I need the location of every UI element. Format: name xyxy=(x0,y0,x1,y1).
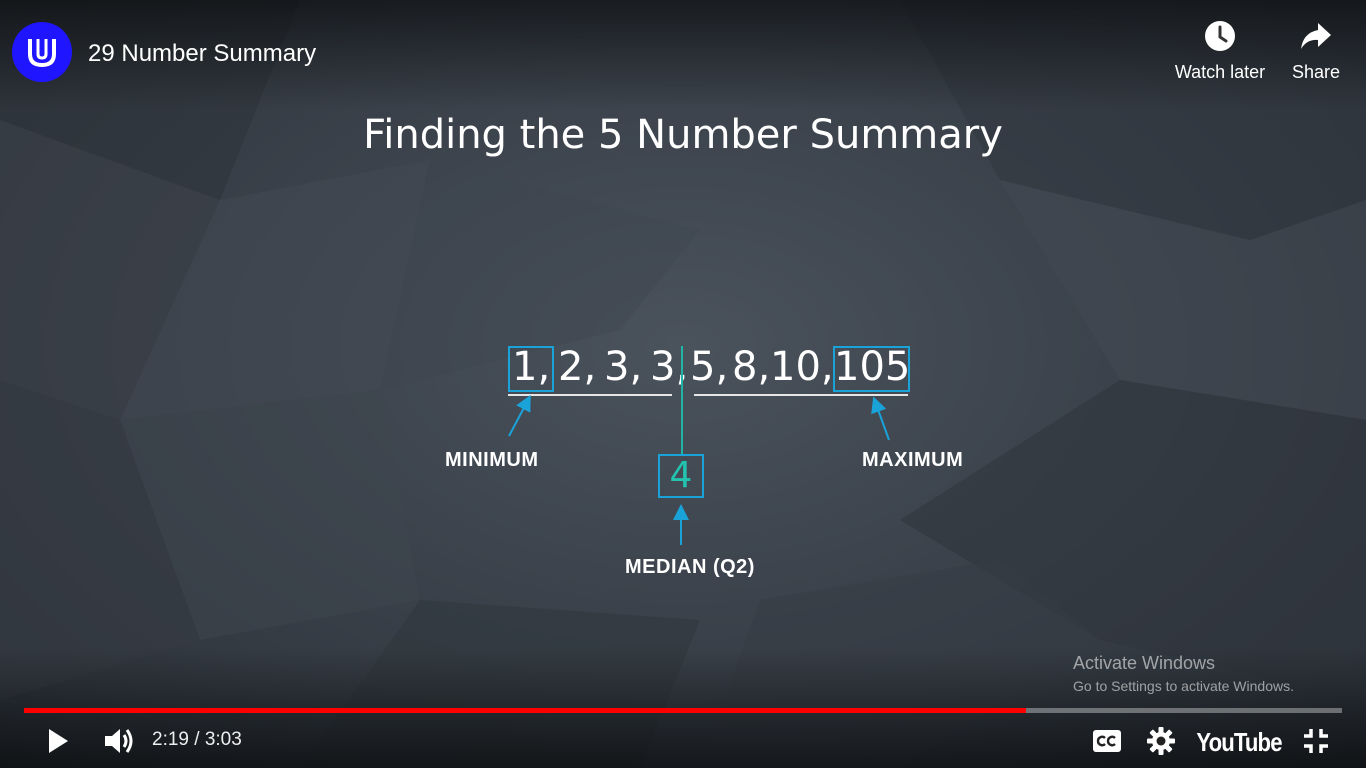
median-label: MEDIAN (Q2) xyxy=(625,556,755,578)
exit-fullscreen-button[interactable] xyxy=(1298,724,1334,758)
activate-windows-watermark: Activate Windows Go to Settings to activ… xyxy=(1073,653,1294,694)
settings-button[interactable] xyxy=(1144,724,1178,758)
watermark-title: Activate Windows xyxy=(1073,653,1216,673)
video-player[interactable]: 29 Number Summary Watch later Share Find… xyxy=(0,0,1366,768)
minimum-arrow xyxy=(508,394,531,437)
maximum-label: MAXIMUM xyxy=(862,449,964,471)
exit-fullscreen-icon xyxy=(1304,729,1328,753)
play-button[interactable] xyxy=(40,722,76,760)
progress-played xyxy=(24,708,1026,713)
youtube-logo-button[interactable]: YouTube xyxy=(1196,724,1282,760)
gear-icon xyxy=(1147,727,1175,755)
time-display: 2:19 / 3:03 xyxy=(152,729,242,750)
play-icon xyxy=(49,729,68,753)
youtube-wordmark: YouTube xyxy=(1196,726,1282,757)
mute-button[interactable] xyxy=(100,722,138,760)
progress-bar[interactable] xyxy=(24,708,1342,713)
closed-captions-icon xyxy=(1093,730,1121,752)
watermark-subtitle: Go to Settings to activate Windows. xyxy=(1073,678,1294,694)
volume-icon xyxy=(105,729,133,753)
minimum-label: MINIMUM xyxy=(445,449,539,471)
captions-button[interactable] xyxy=(1090,724,1124,758)
maximum-arrow xyxy=(871,396,890,441)
